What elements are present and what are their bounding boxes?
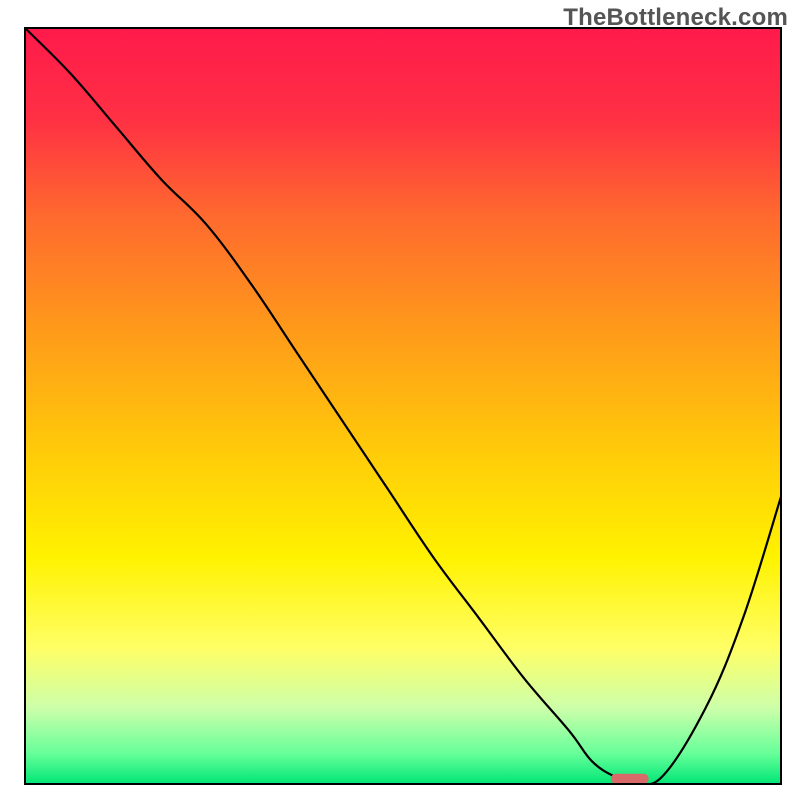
chart-svg [0,0,800,800]
gradient-background [25,28,781,784]
optimal-marker [611,774,649,784]
bottleneck-chart: TheBottleneck.com [0,0,800,800]
watermark-text: TheBottleneck.com [563,4,788,32]
